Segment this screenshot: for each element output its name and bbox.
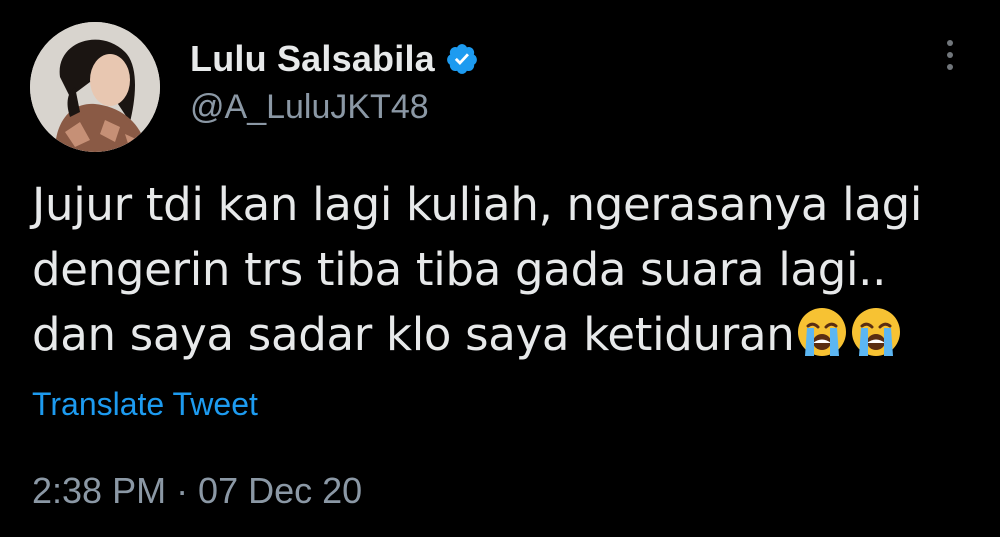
verified-badge-icon — [445, 42, 479, 76]
handle[interactable]: @A_LuluJKT48 — [190, 88, 429, 127]
tweet-line: dengerin trs tiba tiba gada suara lagi.. — [32, 243, 887, 296]
more-options-icon[interactable] — [938, 40, 962, 80]
avatar-photo — [30, 22, 160, 152]
tweet-line: Jujur tdi kan lagi kuliah, ngerasanya la… — [32, 178, 923, 231]
loudly-crying-face-icon — [850, 306, 902, 358]
translate-tweet-link[interactable]: Translate Tweet — [32, 386, 258, 423]
tweet-timestamp[interactable]: 2:38 PM · 07 Dec 20 — [32, 470, 362, 512]
tweet-card: Lulu Salsabila @A_LuluJKT48 Jujur tdi ka… — [0, 0, 1000, 537]
tweet-line: dan saya sadar klo saya ketiduran — [32, 308, 795, 361]
avatar[interactable] — [30, 22, 160, 152]
tweet-text: Jujur tdi kan lagi kuliah, ngerasanya la… — [32, 172, 972, 367]
author-name-row: Lulu Salsabila — [190, 38, 479, 80]
loudly-crying-face-icon — [796, 306, 848, 358]
display-name[interactable]: Lulu Salsabila — [190, 38, 435, 80]
tweet-line-with-emoji: dan saya sadar klo saya ketiduran — [32, 302, 972, 367]
